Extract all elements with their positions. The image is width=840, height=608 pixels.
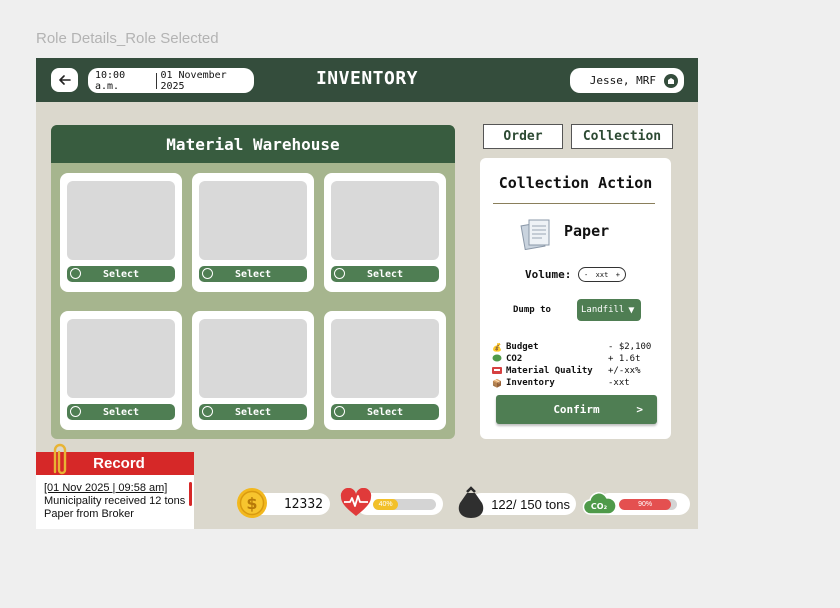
frame-title: Role Details_Role Selected: [36, 30, 219, 47]
quality-icon: [492, 366, 506, 377]
record-date: [01 Nov 2025 | 09:58 am]: [44, 482, 168, 494]
radio-icon: [202, 406, 213, 417]
record-line: Paper from Broker: [44, 508, 134, 520]
select-button[interactable]: Select: [331, 266, 439, 282]
radio-icon: [334, 406, 345, 417]
stat-row-budget: 💰 Budget - $2,100: [492, 341, 662, 353]
increment-button[interactable]: +: [616, 271, 620, 279]
chevron-right-icon: >: [636, 403, 643, 416]
select-button[interactable]: Select: [67, 404, 175, 420]
co2-cloud-icon: [492, 354, 506, 364]
select-button[interactable]: Select: [199, 404, 307, 420]
stat-value: + 1.6t: [608, 354, 641, 364]
select-label: Select: [366, 406, 404, 418]
co2-bar-fill: 90%: [619, 499, 672, 510]
select-label: Select: [102, 406, 140, 418]
health-bar-fill: 40%: [373, 499, 399, 510]
datetime-separator: [156, 72, 158, 89]
caret-down-icon: ▼: [628, 304, 635, 316]
record-scrollbar[interactable]: [189, 482, 192, 506]
box-icon: 📦: [492, 378, 502, 388]
arrow-left-icon: [58, 75, 71, 85]
svg-text:CO₂: CO₂: [591, 502, 608, 511]
paper-icon: [520, 219, 550, 250]
paperclip-icon: [53, 443, 67, 475]
material-card[interactable]: Select: [324, 311, 446, 430]
impact-stats: 💰 Budget - $2,100 CO2 + 1.6t Material Qu…: [492, 341, 662, 389]
user-menu[interactable]: Jesse, MRF: [570, 68, 684, 93]
back-button[interactable]: [51, 68, 78, 92]
trash-bag-icon: [458, 486, 484, 518]
stat-value: -xxt: [608, 378, 630, 388]
volume-stepper[interactable]: - xxt +: [578, 267, 626, 282]
confirm-button[interactable]: Confirm >: [496, 395, 657, 424]
datetime-display: 10:00 a.m. 01 November 2025: [88, 68, 254, 93]
stat-row-quality: Material Quality +/-xx%: [492, 365, 662, 377]
material-thumbnail: [331, 319, 439, 398]
material-card[interactable]: Select: [60, 311, 182, 430]
confirm-label: Confirm: [553, 403, 600, 416]
tab-collection[interactable]: Collection: [571, 124, 673, 149]
time-text: 10:00 a.m.: [95, 69, 126, 92]
material-card[interactable]: Select: [192, 173, 314, 292]
date-text: 01 November 2025: [160, 69, 227, 92]
select-button[interactable]: Select: [331, 404, 439, 420]
record-line: Municipality received 12 tons: [44, 495, 186, 507]
dump-label: Dump to: [513, 305, 551, 315]
select-label: Select: [234, 406, 272, 418]
material-card[interactable]: Select: [60, 173, 182, 292]
decrement-button[interactable]: -: [584, 271, 588, 279]
heartbeat-icon: [340, 488, 372, 516]
top-bar: 10:00 a.m. 01 November 2025 INVENTORY Je…: [36, 58, 698, 102]
select-button[interactable]: Select: [67, 266, 175, 282]
health-bar: 40%: [373, 499, 436, 510]
dump-value: Landfill: [581, 305, 625, 315]
panel-divider: [493, 203, 655, 204]
material-warehouse: Material Warehouse Select Select Select: [51, 125, 455, 439]
select-label: Select: [234, 268, 272, 280]
panel-title: Collection Action: [498, 174, 653, 192]
stat-label: Budget: [506, 342, 539, 352]
stat-row-co2: CO2 + 1.6t: [492, 353, 662, 365]
material-card[interactable]: Select: [324, 173, 446, 292]
dump-select[interactable]: Landfill ▼: [577, 299, 641, 321]
material-thumbnail: [199, 319, 307, 398]
volume-value: xxt: [595, 270, 609, 279]
radio-icon: [202, 268, 213, 279]
radio-icon: [70, 268, 81, 279]
co2-bar: 90%: [619, 499, 677, 510]
select-button[interactable]: Select: [199, 266, 307, 282]
user-name: Jesse, MRF: [589, 74, 656, 87]
money-bag-icon: 💰: [492, 342, 502, 352]
material-thumbnail: [199, 181, 307, 260]
stat-row-inventory: 📦 Inventory -xxt: [492, 377, 662, 389]
warehouse-title: Material Warehouse: [51, 125, 455, 163]
stat-label: CO2: [506, 354, 523, 364]
collection-action-panel: Collection Action Paper Volume: - xxt + …: [480, 158, 671, 439]
radio-icon: [334, 268, 345, 279]
volume-label: Volume:: [525, 268, 572, 281]
stat-value: +/-xx%: [608, 366, 641, 376]
stat-label: Inventory: [506, 378, 555, 388]
stat-label: Material Quality: [506, 366, 593, 376]
material-thumbnail: [331, 181, 439, 260]
material-thumbnail: [67, 181, 175, 260]
co2-cloud-icon: CO₂: [582, 492, 616, 515]
material-card[interactable]: Select: [192, 311, 314, 430]
material-thumbnail: [67, 319, 175, 398]
record-entry: [01 Nov 2025 | 09:58 am] Municipality re…: [36, 475, 194, 521]
select-label: Select: [366, 268, 404, 280]
select-label: Select: [102, 268, 140, 280]
coin-icon: $: [237, 488, 267, 518]
money-value: 12332: [283, 497, 323, 512]
stat-value: - $2,100: [608, 342, 652, 352]
avatar-icon: [664, 73, 678, 88]
page-title: INVENTORY: [315, 68, 419, 89]
tab-order[interactable]: Order: [483, 124, 563, 149]
material-name: Paper: [564, 222, 610, 240]
radio-icon: [70, 406, 81, 417]
waste-value: 122/ 150 tons: [491, 497, 570, 512]
svg-text:$: $: [246, 494, 257, 513]
